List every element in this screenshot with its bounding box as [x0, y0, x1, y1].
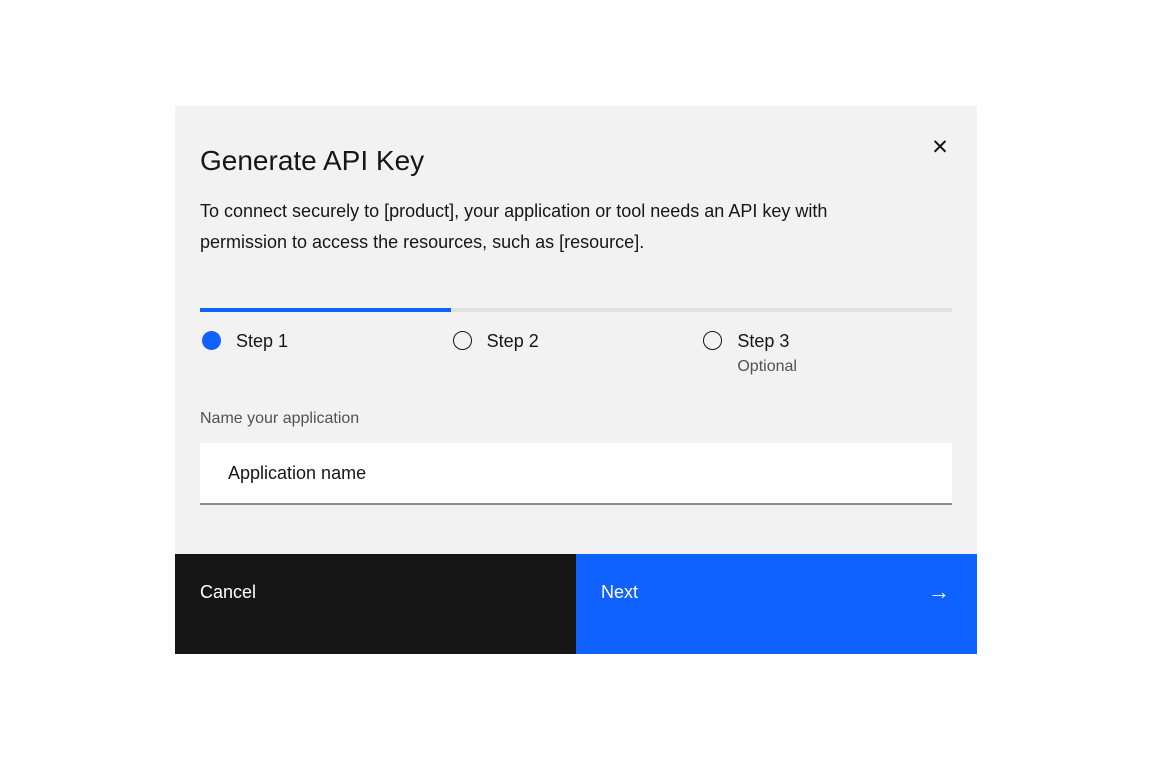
application-name-input[interactable]	[200, 443, 952, 505]
generate-api-key-modal: Generate API Key To connect securely to …	[175, 106, 977, 654]
step-label: Step 3	[737, 329, 797, 353]
step-optional-label: Optional	[737, 356, 797, 378]
next-button-label: Next	[601, 580, 638, 604]
step-texts: Step 3 Optional	[722, 329, 797, 378]
arrow-right-icon: →	[928, 580, 950, 604]
cancel-button[interactable]: Cancel	[175, 554, 576, 654]
modal-footer: Cancel Next →	[175, 554, 977, 654]
step-current-icon	[202, 331, 221, 350]
close-button[interactable]: ✕	[920, 127, 960, 167]
step-row: Step 3 Optional	[701, 329, 952, 378]
application-name-label: Name your application	[200, 408, 952, 430]
progress-step-1[interactable]: Step 1	[200, 308, 451, 378]
step-label: Step 1	[236, 329, 288, 353]
step-row: Step 2	[451, 329, 702, 353]
step-label: Step 2	[487, 329, 539, 353]
modal-description: To connect securely to [product], your a…	[200, 196, 915, 258]
progress-step-2[interactable]: Step 2	[451, 308, 702, 378]
modal-body: Generate API Key To connect securely to …	[175, 106, 977, 553]
progress-step-3[interactable]: Step 3 Optional	[701, 308, 952, 378]
step-incomplete-icon	[703, 331, 722, 350]
progress-indicator: Step 1 Step 2 Step 3 Optional	[200, 308, 952, 378]
step-incomplete-icon	[453, 331, 472, 350]
step-row: Step 1	[200, 329, 451, 353]
close-icon: ✕	[931, 137, 949, 158]
cancel-button-label: Cancel	[200, 580, 256, 604]
modal-title: Generate API Key	[200, 106, 952, 179]
next-button[interactable]: Next →	[576, 554, 977, 654]
